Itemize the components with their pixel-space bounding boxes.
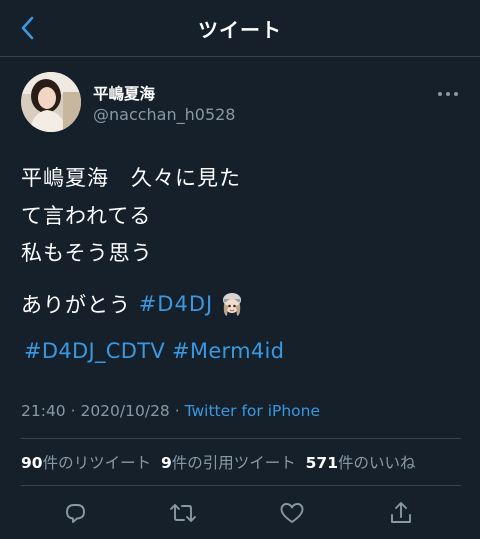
reply-icon [62, 500, 88, 526]
tweet-meta: 21:40 · 2020/10/28 · Twitter for iPhone [21, 402, 320, 420]
girl-emoji-icon [219, 291, 245, 317]
meta-separator: · [65, 402, 81, 420]
more-icon [436, 86, 460, 102]
tweet-line: て言われてる [21, 203, 152, 228]
quote-count: 9 [160, 454, 172, 472]
hashtag-link[interactable]: #D4DJ_CDTV [24, 339, 165, 363]
avatar[interactable] [21, 72, 81, 132]
retweet-count-label: 件のリツイート [42, 454, 152, 472]
hashtag-link[interactable]: #Merm4id [172, 339, 284, 363]
retweet-count: 90 [21, 454, 43, 472]
like-count-label: 件のいいね [337, 454, 416, 472]
tweet-actions [0, 497, 480, 537]
divider [21, 438, 461, 439]
like-count-link[interactable]: 571件のいいね [306, 454, 416, 472]
top-bar: ツイート [0, 0, 480, 57]
tweet-line: 平嶋夏海 久々に見た [21, 166, 241, 190]
heart-icon [279, 501, 305, 525]
share-icon [389, 500, 413, 526]
hashtag-link[interactable]: #D4DJ [139, 292, 214, 316]
retweet-count-link[interactable]: 90件のリツイート [21, 454, 151, 472]
divider [21, 485, 461, 486]
reply-button[interactable] [59, 497, 91, 529]
tweet-time: 21:40 [21, 402, 66, 420]
username[interactable]: @nacchan_h0528 [93, 105, 235, 124]
tweet-text: 平嶋夏海 久々に見た て言われてる 私もそう思う [21, 160, 461, 273]
more-button[interactable] [436, 86, 460, 102]
like-button[interactable] [276, 497, 308, 529]
share-button[interactable] [385, 497, 417, 529]
tweet-line: 私もそう思う [21, 241, 153, 265]
meta-separator: · [169, 402, 185, 420]
page-title: ツイート [198, 18, 282, 42]
quote-count-link[interactable]: 9件の引用ツイート [161, 454, 296, 472]
tweet-date: 2020/10/28 [80, 402, 170, 420]
retweet-icon [169, 501, 197, 525]
display-name[interactable]: 平嶋夏海 [93, 82, 155, 104]
retweet-button[interactable] [167, 497, 199, 529]
hashtags-line: #D4DJ_CDTV #Merm4id [24, 339, 284, 363]
tweet-stats: 90件のリツイート 9件の引用ツイート 571件のいいね [21, 451, 416, 473]
tweet-text-segment: ありがとう [21, 293, 139, 317]
like-count: 571 [305, 454, 338, 472]
quote-count-label: 件の引用ツイート [171, 454, 296, 472]
tweet-source-link[interactable]: Twitter for iPhone [185, 402, 320, 420]
tweet-line: ありがとう #D4DJ [21, 289, 245, 319]
